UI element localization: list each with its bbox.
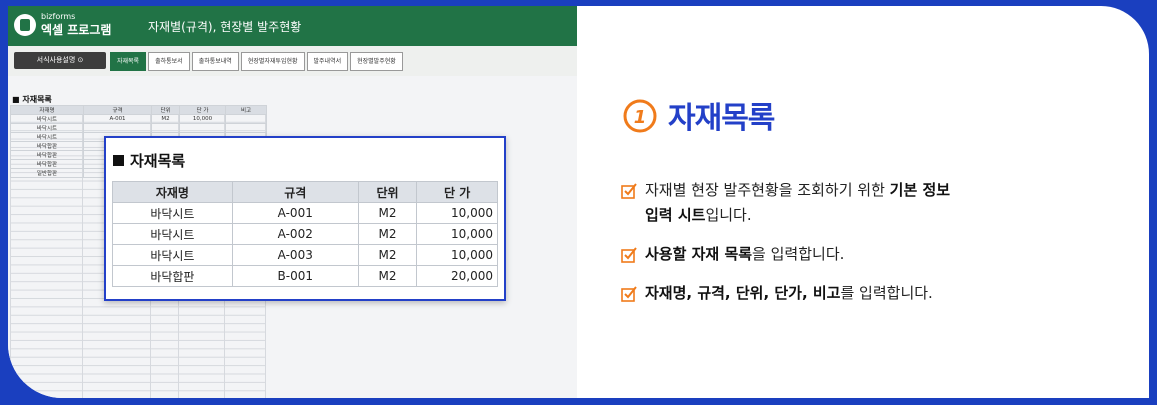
zoom-header-cell: 자재명 (112, 181, 233, 203)
zoom-cell[interactable]: 20,000 (416, 265, 498, 287)
zoom-cell[interactable]: 10,000 (416, 202, 498, 224)
zoom-cell[interactable]: B-001 (231, 265, 359, 287)
mini-header-cell: 단 가 (179, 105, 226, 115)
tab-site-order-status[interactable]: 현장별발주현황 (350, 52, 403, 71)
zoomed-table-callout: 자재목록 자재명 규격 단위 단 가 바닥시트 A-001 M2 10,000 … (104, 136, 506, 301)
guide-button[interactable]: 서식사용설명 ⊙ (14, 52, 106, 69)
zoom-cell[interactable]: 바닥합판 (112, 265, 233, 287)
mini-cell[interactable]: M2 (151, 114, 180, 124)
logo-big-text: 엑셀 프로그램 (41, 23, 112, 37)
zoom-cell[interactable]: M2 (357, 202, 418, 224)
zoom-title-text: 자재목록 (130, 152, 186, 170)
tab-shipment-notice[interactable]: 출하통보서 (148, 52, 190, 71)
toolbar: 서식사용설명 ⊙ 자재목록 출하통보서 출하통보내역 현장별자재투입현황 발주내… (8, 46, 577, 76)
zoom-cell[interactable]: 10,000 (416, 223, 498, 245)
tab-order-statement[interactable]: 발주내역서 (306, 52, 349, 71)
zoom-cell[interactable]: 바닥시트 (112, 244, 233, 266)
mini-cell[interactable]: 바닥합판 (10, 141, 84, 151)
mini-header-cell: 규격 (83, 105, 152, 115)
zoom-cell[interactable]: A-002 (231, 223, 359, 245)
bullet-text: 을 입력합니다. (752, 245, 845, 263)
zoom-header-cell: 단 가 (416, 181, 498, 203)
checkbox-icon (621, 183, 637, 199)
zoom-cell[interactable]: M2 (357, 223, 418, 245)
mini-cell[interactable]: 일반합판 (10, 168, 84, 178)
zoom-row: 바닥합판 B-001 M2 20,000 (112, 265, 498, 287)
zoom-row: 바닥시트 A-001 M2 10,000 (112, 202, 498, 224)
zoom-cell[interactable]: M2 (357, 244, 418, 266)
zoom-cell[interactable]: A-001 (231, 202, 359, 224)
description-list: 자재별 현장 발주현황을 조회하기 위한 기본 정보 입력 시트입니다. 사용할… (621, 178, 950, 306)
mini-cell[interactable]: 10,000 (179, 114, 226, 124)
excel-icon (14, 14, 36, 36)
bizforms-logo: bizforms 엑셀 프로그램 (12, 12, 132, 40)
circled-number-icon: 1 (623, 99, 657, 133)
bullet-bold: 입력 시트 (645, 206, 706, 224)
zoom-header-cell: 규격 (231, 181, 359, 203)
badge-number: 1 (634, 107, 647, 128)
mini-sheet-title: ■ 자재목록 (12, 95, 52, 104)
section-heading: 1 자재목록 (620, 90, 775, 140)
tab-site-material-input[interactable]: 현장별자재투입현황 (240, 52, 305, 71)
bullet-1: 자재별 현장 발주현황을 조회하기 위한 기본 정보 입력 시트입니다. (621, 178, 950, 228)
bullet-text: 자재별 현장 발주현황을 조회하기 위한 (645, 181, 890, 199)
zoom-cell[interactable]: 10,000 (416, 244, 498, 266)
zoom-title: 자재목록 (113, 150, 185, 171)
bullet-bold: 사용할 자재 목록 (645, 245, 753, 263)
bullet-bold: 기본 정보 (889, 181, 951, 199)
zoom-cell[interactable]: 바닥시트 (112, 223, 233, 245)
app-header: bizforms 엑셀 프로그램 자재별(규격), 현장별 발주현황 (8, 6, 577, 46)
mini-header-cell: 자재명 (10, 105, 84, 115)
mini-cell[interactable]: 바닥시트 (10, 123, 84, 133)
zoom-table: 자재명 규격 단위 단 가 바닥시트 A-001 M2 10,000 바닥시트 … (112, 181, 498, 287)
mini-cell[interactable]: 바닥합판 (10, 150, 84, 160)
bullet-text: 를 입력합니다. (840, 284, 933, 302)
bullet-bold: 자재명, 규격, 단위, 단가, 비고 (645, 284, 841, 302)
excel-screenshot: bizforms 엑셀 프로그램 자재별(규격), 현장별 발주현황 서식사용설… (8, 6, 577, 398)
mini-header-row: 자재명 규격 단위 단 가 비고 (10, 105, 267, 115)
checkbox-icon (621, 247, 637, 263)
app-title: 자재별(규격), 현장별 발주현황 (148, 20, 302, 34)
checkbox-icon (621, 286, 637, 302)
mini-row: 바닥시트 A-001 M2 10,000 (10, 114, 267, 124)
zoom-row: 바닥시트 A-002 M2 10,000 (112, 223, 498, 245)
mini-cell[interactable] (225, 114, 267, 124)
mini-cell[interactable]: 바닥합판 (10, 159, 84, 169)
sheet-nav: 자재목록 출하통보서 출하통보내역 현장별자재투입현황 발주내역서 현장별발주현… (110, 52, 403, 71)
bullet-3: 자재명, 규격, 단위, 단가, 비고를 입력합니다. (621, 281, 950, 306)
mini-cell[interactable] (179, 123, 226, 133)
square-bullet-icon (113, 155, 124, 166)
card: bizforms 엑셀 프로그램 자재별(규격), 현장별 발주현황 서식사용설… (8, 6, 1149, 398)
mini-header-cell: 비고 (225, 105, 267, 115)
zoom-cell[interactable]: M2 (357, 265, 418, 287)
mini-header-cell: 단위 (151, 105, 180, 115)
mini-cell[interactable]: 바닥시트 (10, 132, 84, 142)
mini-cell[interactable]: A-001 (83, 114, 152, 124)
zoom-header-cell: 단위 (357, 181, 418, 203)
mini-cell[interactable] (83, 123, 152, 133)
bullet-text: 입니다. (705, 206, 752, 224)
tab-material-list[interactable]: 자재목록 (110, 52, 147, 71)
tab-shipment-history[interactable]: 출하통보내역 (191, 52, 239, 71)
zoom-cell[interactable]: A-003 (231, 244, 359, 266)
mini-cell[interactable] (151, 123, 180, 133)
mini-row: 바닥시트 (10, 123, 267, 133)
zoom-header-row: 자재명 규격 단위 단 가 (112, 181, 498, 203)
logo-small-text: bizforms (41, 12, 76, 21)
section-title: 자재목록 (668, 101, 775, 136)
zoom-cell[interactable]: 바닥시트 (112, 202, 233, 224)
bullet-2: 사용할 자재 목록을 입력합니다. (621, 242, 950, 267)
mini-cell[interactable] (225, 123, 267, 133)
mini-cell[interactable]: 바닥시트 (10, 114, 84, 124)
zoom-row: 바닥시트 A-003 M2 10,000 (112, 244, 498, 266)
number-badge: 1 (620, 95, 660, 135)
